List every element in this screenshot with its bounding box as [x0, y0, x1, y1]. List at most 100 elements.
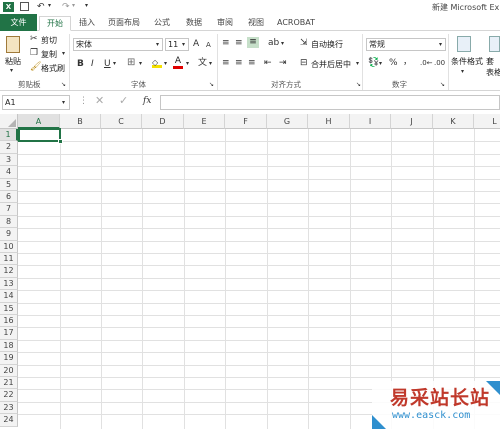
redo-icon[interactable]: ↷ [62, 2, 70, 12]
align-bottom-icon[interactable]: ≡ [247, 37, 259, 48]
column-header-k[interactable]: K [433, 114, 474, 129]
number-launcher-icon[interactable]: ↘ [440, 80, 445, 90]
row-header-4[interactable]: 4 [0, 166, 18, 179]
grow-font-button[interactable]: A [193, 39, 199, 49]
percent-button[interactable]: % [389, 58, 398, 68]
comma-button[interactable]: ， [403, 57, 412, 67]
column-header-c[interactable]: C [101, 114, 142, 129]
column-header-j[interactable]: J [391, 114, 433, 129]
conditional-formatting-icon[interactable] [457, 36, 471, 52]
font-launcher-icon[interactable]: ↘ [209, 80, 214, 90]
decrease-decimal-icon[interactable]: .00 [434, 58, 445, 68]
column-header-e[interactable]: E [184, 114, 225, 129]
row-header-13[interactable]: 13 [0, 277, 18, 291]
align-middle-icon[interactable]: ≡ [235, 38, 243, 48]
merge-center-icon[interactable]: ⊟ [300, 58, 308, 68]
conditional-formatting-button[interactable]: 条件格式 [451, 56, 483, 67]
row-header-8[interactable]: 8 [0, 215, 18, 229]
cut-button[interactable]: 剪切 [41, 35, 57, 46]
row-header-18[interactable]: 18 [0, 339, 18, 353]
formula-bar-grip-icon[interactable]: ⋮ [79, 96, 88, 106]
orientation-dropdown-icon[interactable]: ▾ [281, 39, 284, 49]
row-header-2[interactable]: 2 [0, 141, 18, 154]
decrease-indent-icon[interactable]: ⇤ [264, 58, 272, 68]
tab-review[interactable]: 审阅 [212, 16, 238, 31]
row-header-3[interactable]: 3 [0, 153, 18, 167]
format-painter-icon[interactable]: 🖌 [30, 62, 41, 72]
column-header-h[interactable]: H [308, 114, 350, 129]
fill-color-icon[interactable]: ◇ [152, 58, 162, 68]
cut-icon[interactable]: ✂ [30, 34, 38, 44]
increase-indent-icon[interactable]: ⇥ [279, 58, 287, 68]
number-format-dropdown-icon[interactable]: ▾ [439, 40, 442, 50]
row-header-24[interactable]: 24 [0, 414, 18, 427]
font-size-select[interactable]: 11 [165, 38, 189, 51]
copy-icon[interactable]: ❐ [30, 48, 38, 58]
borders-dropdown-icon[interactable]: ▾ [139, 59, 142, 69]
font-size-dropdown-icon[interactable]: ▾ [182, 40, 185, 50]
clipboard-launcher-icon[interactable]: ↘ [61, 80, 66, 90]
phonetic-icon[interactable]: 文 [198, 58, 207, 68]
worksheet[interactable]: A B C D E F G H I J K L 1 2 3 4 5 6 7 8 … [0, 114, 500, 429]
shrink-font-button[interactable]: A [206, 40, 211, 50]
font-color-dropdown-icon[interactable]: ▾ [186, 59, 189, 69]
row-header-17[interactable]: 17 [0, 327, 18, 340]
row-header-15[interactable]: 15 [0, 302, 18, 315]
tab-insert[interactable]: 插入 [74, 16, 100, 31]
align-right-icon[interactable]: ≡ [248, 58, 256, 68]
row-header-19[interactable]: 19 [0, 352, 18, 365]
currency-dropdown-icon[interactable]: ▾ [379, 59, 382, 69]
column-header-l[interactable]: L [474, 114, 500, 129]
wrap-text-button[interactable]: 自动换行 [311, 39, 343, 50]
name-box-dropdown-icon[interactable]: ▾ [62, 98, 65, 108]
tab-data[interactable]: 数据 [181, 16, 207, 31]
row-header-14[interactable]: 14 [0, 290, 18, 303]
format-painter-button[interactable]: 格式刷 [41, 63, 65, 74]
phonetic-dropdown-icon[interactable]: ▾ [209, 59, 212, 69]
tab-view[interactable]: 视图 [243, 16, 269, 31]
row-header-6[interactable]: 6 [0, 191, 18, 204]
cancel-icon[interactable]: ✕ [95, 95, 104, 106]
tab-formulas[interactable]: 公式 [149, 16, 175, 31]
number-format-select[interactable]: 常规 [366, 38, 446, 51]
alignment-launcher-icon[interactable]: ↘ [356, 80, 361, 90]
format-as-table-button[interactable]: 套 表格 [486, 56, 500, 78]
quick-access-more-icon[interactable]: ▾ [85, 1, 88, 11]
insert-function-icon[interactable]: fx [143, 96, 151, 106]
merge-dropdown-icon[interactable]: ▾ [356, 59, 359, 69]
column-header-a[interactable]: A [18, 114, 60, 129]
format-as-table-icon[interactable] [489, 36, 500, 52]
column-header-g[interactable]: G [267, 114, 308, 129]
row-header-10[interactable]: 10 [0, 240, 18, 253]
row-header-20[interactable]: 20 [0, 364, 18, 377]
copy-dropdown-icon[interactable]: ▾ [62, 49, 65, 59]
row-header-22[interactable]: 22 [0, 389, 18, 402]
redo-dropdown-icon[interactable]: ▾ [72, 1, 75, 11]
paste-dropdown-icon[interactable]: ▾ [10, 66, 13, 76]
active-cell-a1[interactable] [18, 128, 61, 142]
conditional-formatting-dropdown-icon[interactable]: ▾ [461, 67, 464, 77]
orientation-icon[interactable]: ab [268, 38, 279, 48]
column-header-i[interactable]: I [350, 114, 391, 129]
row-header-23[interactable]: 23 [0, 401, 18, 415]
fill-handle[interactable] [58, 139, 63, 144]
align-top-icon[interactable]: ≡ [222, 38, 230, 48]
paste-icon[interactable] [6, 36, 20, 53]
increase-decimal-icon[interactable]: .0← [420, 58, 433, 68]
currency-icon[interactable]: 💱 [368, 58, 379, 68]
borders-icon[interactable]: ⊞ [127, 58, 135, 68]
font-name-select[interactable]: 宋体 [73, 38, 163, 51]
column-header-f[interactable]: F [225, 114, 267, 129]
tab-file[interactable]: 文件 [0, 14, 37, 31]
fill-color-dropdown-icon[interactable]: ▾ [164, 59, 167, 69]
align-center-icon[interactable]: ≡ [235, 58, 243, 68]
copy-button[interactable]: 复制 [41, 49, 57, 60]
row-header-7[interactable]: 7 [0, 203, 18, 216]
wrap-text-icon[interactable]: ⇲ [300, 38, 308, 48]
underline-dropdown-icon[interactable]: ▾ [113, 59, 116, 69]
italic-button[interactable]: I [91, 59, 94, 69]
row-header-12[interactable]: 12 [0, 265, 18, 278]
align-left-icon[interactable]: ≡ [222, 58, 230, 68]
row-header-16[interactable]: 16 [0, 315, 18, 328]
row-header-9[interactable]: 9 [0, 228, 18, 241]
